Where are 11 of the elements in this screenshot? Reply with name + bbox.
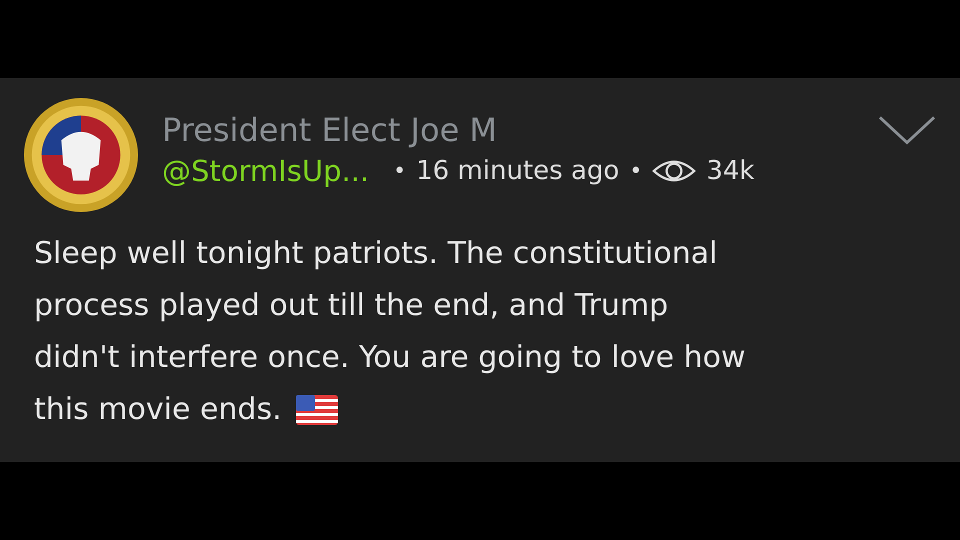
post-text: this movie ends.	[34, 391, 282, 429]
avatar-icon	[22, 96, 140, 214]
user-handle[interactable]: @StormIsUp...	[162, 154, 370, 188]
post-time: 16 minutes ago	[416, 156, 620, 186]
separator-dot: •	[393, 158, 406, 184]
view-count: 34k	[706, 156, 754, 186]
chevron-down-icon[interactable]	[878, 114, 936, 146]
separator-dot: •	[629, 158, 642, 184]
flag-icon	[296, 395, 338, 425]
eye-icon	[652, 158, 696, 184]
author-name[interactable]: President Elect Joe M	[162, 110, 878, 150]
